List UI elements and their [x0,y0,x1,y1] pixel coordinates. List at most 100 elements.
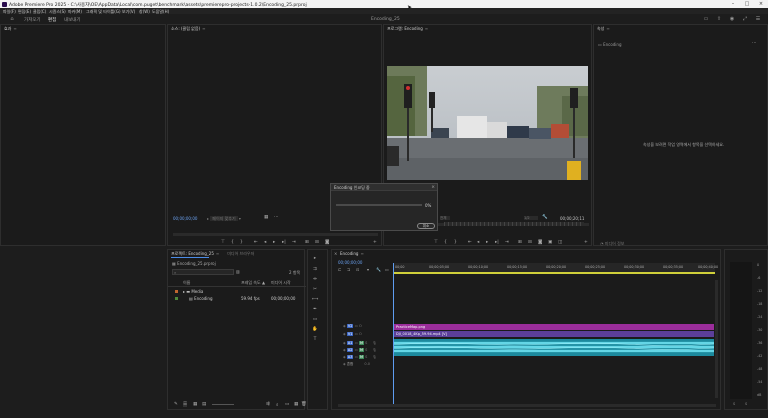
track-v1-header[interactable]: ◈ V1 ▭ O [343,332,362,336]
source-insert-icon[interactable]: ⊞ [305,240,309,245]
close-button[interactable]: × [754,0,768,8]
selection-tool-icon[interactable]: ▸ [312,256,318,262]
program-menu-icon[interactable]: ≡ [425,26,428,31]
label-color-swatch[interactable] [175,290,178,293]
workspace-import[interactable]: 가져오기 [24,17,41,23]
program-in-out-icon[interactable]: } [454,240,457,245]
source-go-out-icon[interactable]: ⇥ [292,240,296,245]
properties-menu-icon[interactable]: ≡ [606,26,609,31]
clear-icon[interactable]: 🗑 [301,402,307,407]
freeform-view-icon[interactable]: ▤ [202,402,206,407]
timeline-hscroll[interactable] [338,404,716,407]
linked-select-icon[interactable]: ⊐ [347,267,350,272]
effects-menu-icon[interactable]: ≡ [13,26,16,31]
new-bin-icon[interactable]: ▭ [285,402,289,407]
hand-tool-icon[interactable]: ✋ [312,327,318,333]
fullscreen-icon[interactable]: ⤢ [742,16,748,22]
program-extract-icon[interactable]: ⊟ [528,240,532,245]
project-search-input[interactable]: ⌕ [172,269,234,275]
program-mark-out-icon[interactable]: { [444,240,447,245]
program-time-ruler[interactable] [444,222,584,226]
media-info-link[interactable]: ◔ 미디어 정보 [600,241,624,247]
minimize-button[interactable]: – [726,0,740,8]
captions-icon[interactable]: ▭ [385,267,389,272]
tab-media-browser[interactable]: 미디어 브라우저 [227,251,254,256]
ripple-edit-tool-icon[interactable]: ⇹ [312,277,318,283]
icon-view-icon[interactable]: ▦ [193,402,197,407]
list-view-icon[interactable]: ☰ [183,402,188,407]
program-zoom-dropdown[interactable]: 1/2 [524,216,538,220]
write-icon[interactable]: ✎ [174,402,178,407]
source-settings-icon[interactable]: ▦ [264,215,268,220]
home-icon[interactable]: ⌂ [9,16,15,22]
dialog-close-icon[interactable]: × [431,184,435,191]
program-add-button-icon[interactable]: + [584,240,588,245]
program-lift-icon[interactable]: ⊞ [518,240,522,245]
source-mark-out-icon[interactable]: { [231,240,234,245]
marker-icon[interactable]: ▾ [367,267,369,272]
source-menu-icon[interactable]: ≡ [202,26,205,31]
timeline-vscroll[interactable] [715,280,718,398]
source-mark-in-icon[interactable]: ⊤ [221,240,225,245]
clip-audio[interactable] [393,339,715,356]
project-row-media[interactable]: ▸ ▬ Media [183,289,203,294]
panel-menu-icon[interactable]: ☰ [755,16,761,22]
program-mark-in-icon[interactable]: ⊤ [434,240,438,245]
slip-tool-icon[interactable]: ⟷ [312,297,318,303]
share-icon[interactable]: ⇪ [716,16,722,22]
source-zoom-dropdown[interactable]: ▸ 페이지 맞추기 ▾ [207,216,241,222]
razor-tool-icon[interactable]: ✂ [312,287,318,293]
track-a3-header[interactable]: ◈ A3 ▭ M S 🎙 [343,355,377,359]
bin-icon[interactable]: ▥ [236,269,240,274]
find-icon[interactable]: ⌕ [276,402,279,408]
track-v2-header[interactable]: ◈ V2 ▭ O [343,324,362,328]
new-item-icon[interactable]: ▦ [294,402,298,407]
quick-export-icon[interactable]: ◉ [729,16,735,22]
automate-icon[interactable]: ⇶ [266,402,270,407]
clip-v1[interactable]: DJI_0018_4Kp_59.94.mp4 [V] [394,331,714,337]
track-mix-header[interactable]: ◈ 혼합 0.0 [343,362,370,367]
properties-more-icon[interactable]: ⋯ [752,41,757,46]
source-export-frame-icon[interactable]: ◙ [325,240,329,245]
source-add-button-icon[interactable]: + [373,240,377,245]
program-step-fwd-icon[interactable]: ▸| [495,240,499,245]
work-area-bar[interactable] [394,272,715,274]
program-vr-icon[interactable]: ◫ [558,240,562,245]
workspaces-icon[interactable]: ▭ [703,16,709,22]
program-step-back-icon[interactable]: ◂ [477,240,479,245]
source-go-in-icon[interactable]: ⇤ [254,240,258,245]
close-tab-icon[interactable]: × [334,251,337,256]
label-color-swatch[interactable] [175,297,178,300]
program-go-in-icon[interactable]: ⇤ [468,240,472,245]
meter-solo-left[interactable]: S [733,402,735,406]
source-overwrite-icon[interactable]: ⊟ [315,240,319,245]
clip-v2[interactable]: PracticeMap.png [394,324,714,330]
maximize-button[interactable]: □ [740,0,754,8]
tab-project[interactable]: 프로젝트: Encoding_25 [171,251,214,256]
pen-tool-icon[interactable]: ✒ [312,307,318,313]
source-play-icon[interactable]: ▸ [273,240,275,245]
program-play-icon[interactable]: ▸ [486,240,488,245]
cancel-button[interactable]: 취소 [417,223,435,229]
source-step-fwd-icon[interactable]: ▸| [282,240,286,245]
track-a2-header[interactable]: ◈ A2 ▭ M S 🎙 [343,348,377,352]
source-more-icon[interactable]: ⋯ [274,215,279,220]
wrench-icon[interactable]: 🔧 [376,267,381,272]
program-go-out-icon[interactable]: ⇥ [505,240,509,245]
timeline-menu-icon[interactable]: ≡ [360,251,363,256]
rectangle-tool-icon[interactable]: ▭ [312,317,318,323]
track-a1-header[interactable]: ◈ A1 ▭ M S 🎙 [343,341,377,345]
meter-solo-right[interactable]: S [745,402,747,406]
program-fit-dropdown[interactable]: 전체 [440,216,450,220]
source-in-out-icon[interactable]: } [240,240,243,245]
program-compare-icon[interactable]: ▣ [548,240,552,245]
source-step-back-icon[interactable]: ◂ [264,240,266,245]
zoom-slider[interactable] [212,404,234,405]
program-export-frame-icon[interactable]: ◙ [538,240,542,245]
source-timecode[interactable]: 00;00;00;00 [173,216,197,221]
add-marker-icon[interactable]: ⊡ [356,267,359,272]
track-select-tool-icon[interactable]: ⇉ [312,267,318,273]
workspace-export[interactable]: 내보내기 [64,17,81,23]
program-settings-icon[interactable]: 🔧 [542,215,548,220]
timeline-timecode[interactable]: 00;00;00;00 [338,260,362,265]
